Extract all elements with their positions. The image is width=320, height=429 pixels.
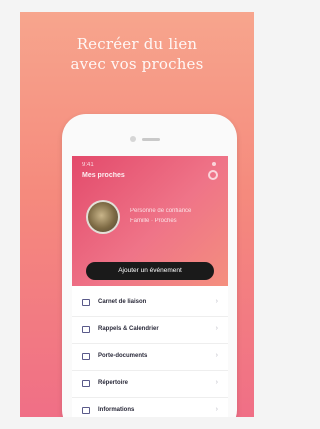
menu-item-informations[interactable]: Informations › [72, 398, 228, 417]
chevron-right-icon: › [215, 352, 218, 359]
notebook-icon [82, 299, 90, 306]
menu-item-carnet[interactable]: Carnet de liaison › [72, 290, 228, 317]
profile-header: 9:41 Mes proches Personne de confiance F… [72, 156, 228, 286]
app-screen: 9:41 Mes proches Personne de confiance F… [72, 156, 228, 417]
headline-line-1: Recréer du lien [76, 35, 198, 53]
app-title: Mes proches [82, 172, 125, 179]
settings-icon[interactable] [208, 170, 218, 180]
menu-item-label: Répertoire [98, 380, 129, 386]
contacts-icon [82, 380, 90, 387]
headline: Recréer du lien avec vos proches [20, 34, 254, 74]
phone-mockup: 9:41 Mes proches Personne de confiance F… [62, 114, 237, 417]
promo-card: Recréer du lien avec vos proches 9:41 Me… [20, 12, 254, 417]
chevron-right-icon: › [215, 325, 218, 332]
menu-item-label: Porte-documents [98, 353, 148, 359]
camera-icon [130, 136, 136, 142]
status-bar-time: 9:41 [82, 162, 94, 168]
chevron-right-icon: › [215, 298, 218, 305]
avatar[interactable] [86, 200, 120, 234]
battery-icon [212, 162, 216, 166]
menu-item-rappels[interactable]: Rappels & Calendrier › [72, 317, 228, 344]
menu-item-label: Rappels & Calendrier [98, 326, 159, 332]
folder-icon [82, 353, 90, 360]
chevron-right-icon: › [215, 379, 218, 386]
chevron-right-icon: › [215, 406, 218, 413]
add-event-button[interactable]: Ajouter un événement [86, 262, 214, 280]
menu-list: Carnet de liaison › Rappels & Calendrier… [72, 290, 228, 417]
info-icon [82, 407, 90, 414]
menu-item-label: Carnet de liaison [98, 299, 147, 305]
profile-name: Personne de confiance [130, 208, 192, 214]
headline-line-2: avec vos proches [70, 55, 204, 73]
menu-item-label: Informations [98, 407, 135, 413]
profile-subtitle: Famille · Proches [130, 218, 177, 224]
speaker-grille [142, 138, 160, 141]
menu-item-repertoire[interactable]: Répertoire › [72, 371, 228, 398]
calendar-icon [82, 326, 90, 333]
menu-item-porte-documents[interactable]: Porte-documents › [72, 344, 228, 371]
